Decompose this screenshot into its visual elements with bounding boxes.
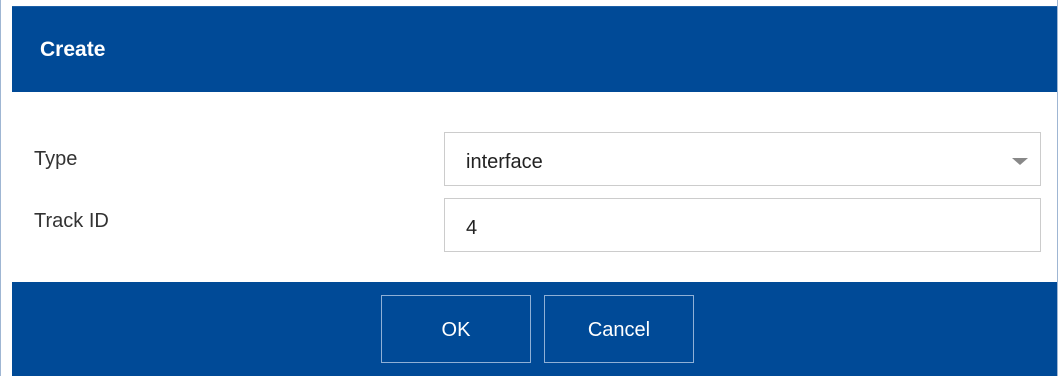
dialog-title: Create bbox=[40, 38, 106, 61]
dialog-header: Create bbox=[12, 6, 1057, 93]
ok-button[interactable]: OK bbox=[381, 295, 531, 363]
cancel-button-label: Cancel bbox=[587, 319, 651, 341]
track-id-value: 4 bbox=[466, 217, 478, 239]
type-select-value: interface bbox=[466, 151, 543, 173]
create-dialog: Create Type interface Track ID 4 OK Canc… bbox=[0, 0, 1058, 376]
cancel-button[interactable]: Cancel bbox=[544, 295, 694, 363]
type-select[interactable]: interface bbox=[444, 132, 1041, 186]
dialog-body: Type interface Track ID 4 bbox=[12, 92, 1057, 282]
type-label: Type bbox=[34, 148, 78, 170]
track-id-input[interactable]: 4 bbox=[444, 198, 1041, 252]
chevron-down-icon[interactable] bbox=[1012, 158, 1028, 165]
track-id-label: Track ID bbox=[34, 210, 109, 232]
ok-button-label: OK bbox=[441, 319, 471, 341]
dialog-footer: OK Cancel bbox=[12, 282, 1057, 376]
